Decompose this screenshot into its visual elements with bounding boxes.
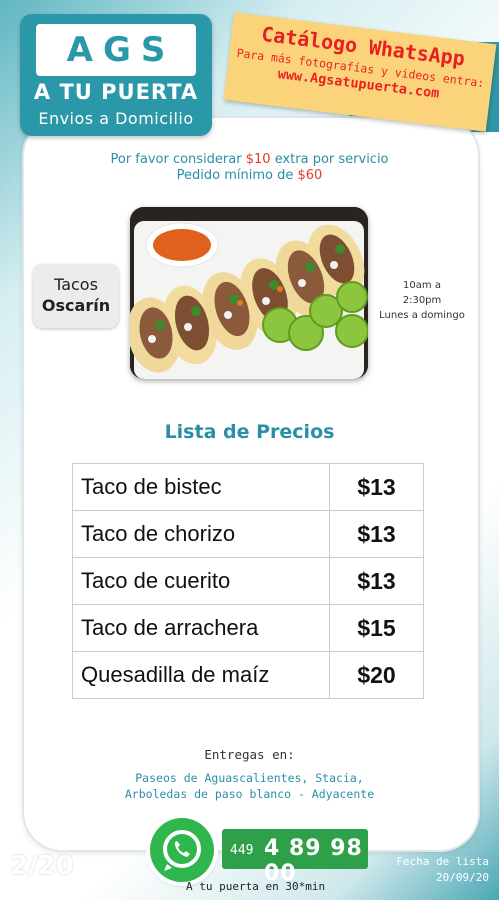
delivery-time: A tu puerta en 30*min	[186, 880, 326, 893]
service-fee: $10	[245, 152, 271, 167]
whatsapp-icon[interactable]	[150, 818, 214, 882]
item-price: $13	[329, 557, 424, 605]
service-notice: Por favor considerar $10 extra por servi…	[0, 152, 499, 184]
logo-ags-text: AGS	[36, 24, 196, 76]
date-label: Fecha de lista	[396, 855, 489, 868]
item-price: $15	[329, 604, 424, 652]
brand-logo: AGS A TU PUERTA Envios a Domicilio	[20, 14, 212, 136]
item-name: Taco de cuerito	[72, 557, 330, 605]
hours-line: 10am a	[403, 280, 441, 291]
notice-text: Por favor considerar	[110, 152, 246, 167]
item-name: Taco de bistec	[72, 463, 330, 511]
delivery-zones-line: Arboledas de paso blanco - Adyacente	[124, 787, 375, 801]
item-price: $13	[329, 510, 424, 558]
restaurant-name-tag: Tacos Oscarín	[33, 264, 119, 328]
table-row: Quesadilla de maíz $20	[72, 651, 424, 699]
item-name: Taco de arrachera	[72, 604, 330, 652]
delivery-zones: Entregas en: Paseos de Aguascalientes, S…	[0, 747, 499, 802]
item-name: Taco de chorizo	[72, 510, 330, 558]
restaurant-name-line1: Tacos	[54, 275, 98, 294]
item-price: $20	[329, 651, 424, 699]
phone-number-button[interactable]: 449 4 89 98 00	[222, 829, 368, 886]
table-row: Taco de cuerito $13	[72, 557, 424, 605]
hours-line: 2:30pm	[402, 295, 442, 306]
table-row: Taco de chorizo $13	[72, 510, 424, 558]
phone-prefix: 449	[230, 843, 254, 858]
opening-hours: 10am a 2:30pm Lunes a domingo	[376, 278, 468, 323]
page-number: 2/20	[10, 851, 74, 881]
whatsapp-catalog-banner[interactable]: Catálogo WhatsApp Para más fotografías y…	[223, 12, 497, 132]
date-value: 20/09/20	[436, 871, 489, 884]
logo-tagline: A TU PUERTA	[33, 80, 199, 104]
phone-number: 4 89 98 00	[264, 836, 363, 886]
logo-subtitle: Envios a Domicilio	[38, 109, 194, 128]
restaurant-name-line2: Oscarín	[41, 296, 111, 315]
price-table: Taco de bistec $13 Taco de chorizo $13 T…	[72, 463, 424, 699]
item-name: Quesadilla de maíz	[72, 651, 330, 699]
item-price: $13	[329, 463, 424, 511]
hours-line: Lunes a domingo	[379, 310, 465, 321]
table-row: Taco de bistec $13	[72, 463, 424, 511]
list-date: Fecha de lista 20/09/20	[396, 854, 489, 886]
minimum-order: $60	[297, 168, 323, 183]
price-list-title: Lista de Precios	[164, 421, 335, 443]
table-row: Taco de arrachera $15	[72, 604, 424, 652]
delivery-heading: Entregas en:	[204, 747, 295, 762]
notice-text: Pedido mínimo de	[176, 168, 298, 183]
tacos-photo	[130, 207, 368, 379]
notice-text: extra por servicio	[270, 152, 389, 167]
delivery-zones-line: Paseos de Aguascalientes, Stacia,	[135, 771, 364, 785]
